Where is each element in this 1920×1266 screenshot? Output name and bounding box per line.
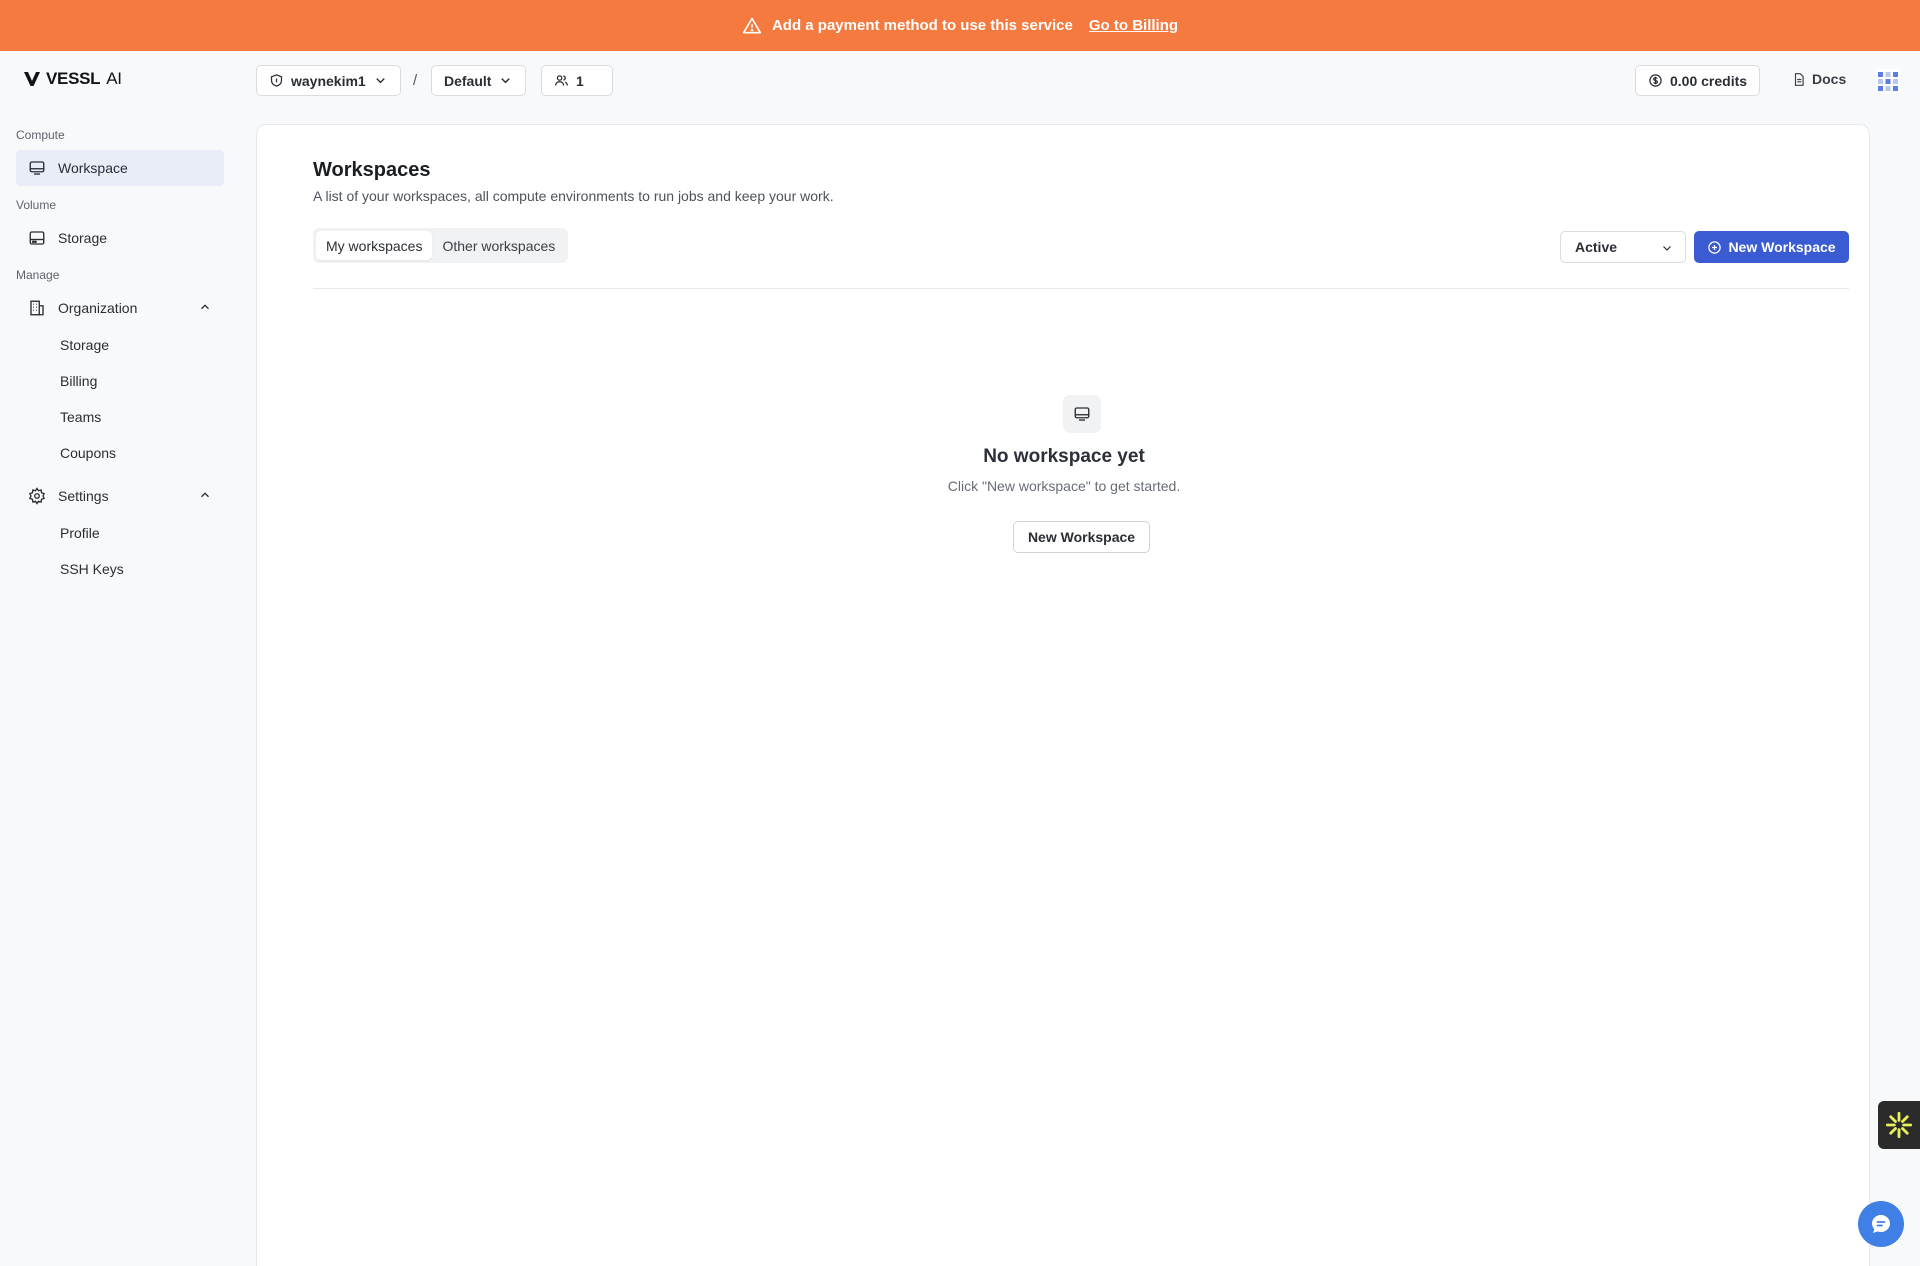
logo-suffix: AI bbox=[106, 69, 122, 88]
sidebar-item-workspace[interactable]: Workspace bbox=[16, 150, 224, 186]
gear-icon bbox=[28, 487, 46, 505]
warning-icon bbox=[742, 16, 762, 36]
logo-text: VESSL bbox=[46, 69, 101, 88]
sidebar-item-label: Storage bbox=[58, 230, 108, 246]
sidebar-item-storage[interactable]: Storage bbox=[16, 220, 224, 256]
section-label-volume: Volume bbox=[16, 198, 57, 212]
new-workspace-label: New Workspace bbox=[1728, 239, 1836, 255]
sidebar-subitem-billing[interactable]: Billing bbox=[60, 373, 97, 389]
chat-support-button[interactable] bbox=[1858, 1201, 1904, 1247]
tab-other-workspaces[interactable]: Other workspaces bbox=[432, 231, 565, 260]
shield-icon bbox=[270, 74, 283, 87]
vessl-logo-icon bbox=[24, 72, 40, 86]
users-icon bbox=[554, 75, 569, 86]
main-panel: Workspaces A list of your workspaces, al… bbox=[256, 124, 1870, 1266]
credits-value: 0.00 credits bbox=[1670, 72, 1748, 89]
tab-my-workspaces[interactable]: My workspaces bbox=[316, 231, 433, 260]
project-name: Default bbox=[444, 72, 492, 89]
header-divider bbox=[313, 288, 1849, 289]
page-title: Workspaces bbox=[313, 159, 431, 181]
workspace-tabs: My workspaces Other workspaces bbox=[313, 228, 569, 263]
chevron-down-icon bbox=[501, 78, 511, 84]
credits-button[interactable]: 0.00 credits bbox=[1635, 65, 1761, 96]
organization-name: waynekim1 bbox=[291, 72, 366, 89]
vessl-logo[interactable]: VESSL AI bbox=[24, 69, 122, 89]
plus-circle-icon bbox=[1708, 240, 1722, 254]
hard-drive-icon bbox=[29, 231, 45, 245]
chevron-up-icon[interactable] bbox=[198, 488, 212, 502]
building-icon bbox=[30, 300, 44, 316]
chevron-up-icon[interactable] bbox=[198, 300, 212, 314]
empty-state-new-workspace-button[interactable]: New Workspace bbox=[1013, 521, 1150, 553]
empty-state-title: No workspace yet bbox=[983, 446, 1145, 467]
sidebar-item-organization[interactable]: Organization bbox=[16, 290, 224, 326]
breadcrumb-separator: / bbox=[413, 72, 418, 89]
empty-state-description: Click "New workspace" to get started. bbox=[947, 478, 1181, 494]
project-selector[interactable]: Default bbox=[431, 65, 527, 96]
spark-widget-button[interactable] bbox=[1878, 1101, 1920, 1149]
payment-warning-banner: Add a payment method to use this service… bbox=[0, 0, 1920, 51]
members-count: 1 bbox=[576, 72, 584, 89]
organization-selector[interactable]: waynekim1 bbox=[256, 65, 401, 96]
sidebar-subitem-profile[interactable]: Profile bbox=[60, 525, 100, 541]
sidebar-item-settings[interactable]: Settings bbox=[16, 478, 224, 514]
docs-label: Docs bbox=[1812, 71, 1847, 87]
chevron-down-icon bbox=[375, 78, 385, 84]
docs-link[interactable]: Docs bbox=[1792, 71, 1846, 87]
status-filter-select[interactable]: Active bbox=[1560, 231, 1686, 263]
monitor-icon bbox=[1074, 407, 1090, 421]
monitor-icon bbox=[29, 161, 45, 175]
sidebar-subitem-storage[interactable]: Storage bbox=[60, 337, 109, 353]
sidebar-item-label: Settings bbox=[58, 488, 109, 504]
sidebar-subitem-coupons[interactable]: Coupons bbox=[60, 445, 116, 461]
identicon-icon bbox=[1876, 69, 1900, 93]
sidebar-subitem-teams[interactable]: Teams bbox=[60, 409, 101, 425]
go-to-billing-link[interactable]: Go to Billing bbox=[1089, 17, 1178, 34]
document-icon bbox=[1794, 72, 1804, 86]
chat-icon bbox=[1872, 1215, 1890, 1233]
sidebar-subitem-ssh-keys[interactable]: SSH Keys bbox=[60, 561, 124, 577]
sidebar: Compute Workspace Volume Storage Manage … bbox=[0, 109, 240, 1266]
section-label-manage: Manage bbox=[16, 268, 60, 282]
page-description: A list of your workspaces, all compute e… bbox=[313, 188, 834, 204]
members-button[interactable]: 1 bbox=[541, 65, 613, 96]
banner-message: Add a payment method to use this service bbox=[771, 17, 1073, 34]
sparkle-icon bbox=[1885, 1111, 1913, 1139]
status-filter-value: Active bbox=[1575, 239, 1618, 255]
top-header: VESSL AI waynekim1 / Default 1 0.00 cred… bbox=[0, 51, 1920, 109]
sidebar-item-label: Workspace bbox=[58, 160, 128, 176]
sidebar-item-label: Organization bbox=[58, 300, 138, 316]
empty-state-icon-container bbox=[1063, 395, 1101, 433]
section-label-compute: Compute bbox=[16, 128, 65, 142]
user-avatar[interactable] bbox=[1876, 69, 1900, 93]
chevron-down-icon bbox=[1663, 246, 1671, 251]
coin-icon bbox=[1649, 74, 1662, 87]
new-workspace-button[interactable]: New Workspace bbox=[1694, 231, 1849, 263]
